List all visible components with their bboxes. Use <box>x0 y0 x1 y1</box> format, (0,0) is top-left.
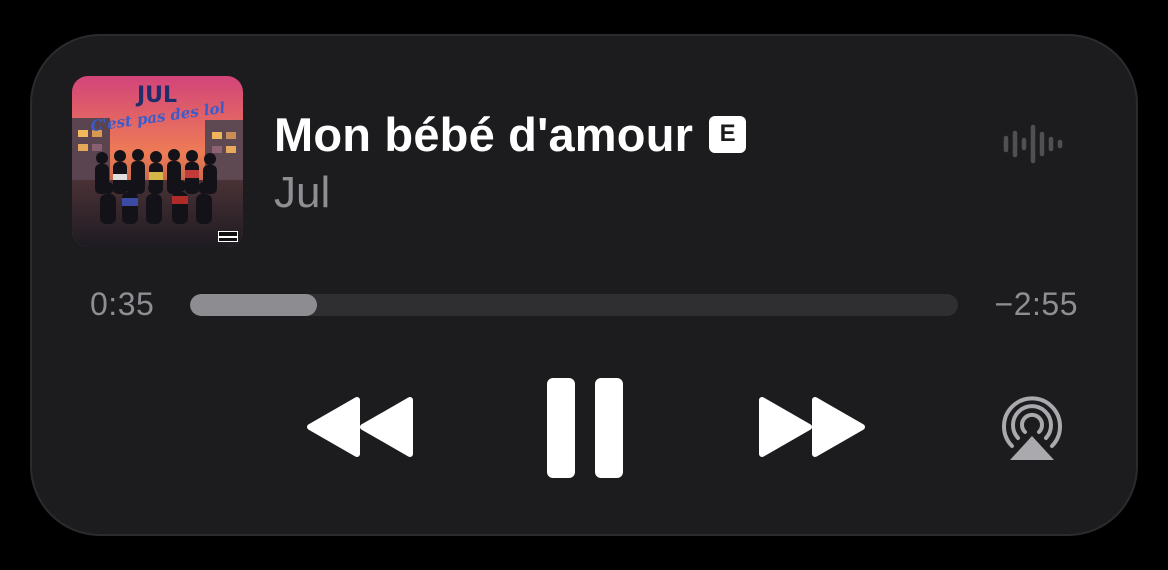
pause-icon <box>547 378 623 478</box>
time-remaining: −2:55 <box>994 286 1078 322</box>
artist-name[interactable]: Jul <box>274 168 330 218</box>
album-artwork[interactable]: JUL C'est pas des lol <box>72 76 243 247</box>
album-artwork-image: JUL C'est pas des lol <box>72 76 243 247</box>
artwork-artist-text: JUL <box>135 83 177 108</box>
forward-icon <box>759 397 865 457</box>
progress-fill <box>190 294 318 316</box>
backward-icon <box>307 397 413 457</box>
airplay-icon <box>1002 396 1062 460</box>
explicit-badge: E <box>709 115 747 153</box>
pause-button[interactable] <box>546 377 624 484</box>
time-elapsed: 0:35 <box>90 286 155 322</box>
waveform-icon <box>1002 124 1066 169</box>
forward-button[interactable] <box>756 394 868 465</box>
airplay-button[interactable] <box>998 396 1066 467</box>
song-title[interactable]: Mon bébé d'amour <box>274 107 693 162</box>
title-row: Mon bébé d'amour E <box>274 104 747 164</box>
progress-slider[interactable] <box>190 294 958 316</box>
rewind-button[interactable] <box>304 394 416 465</box>
